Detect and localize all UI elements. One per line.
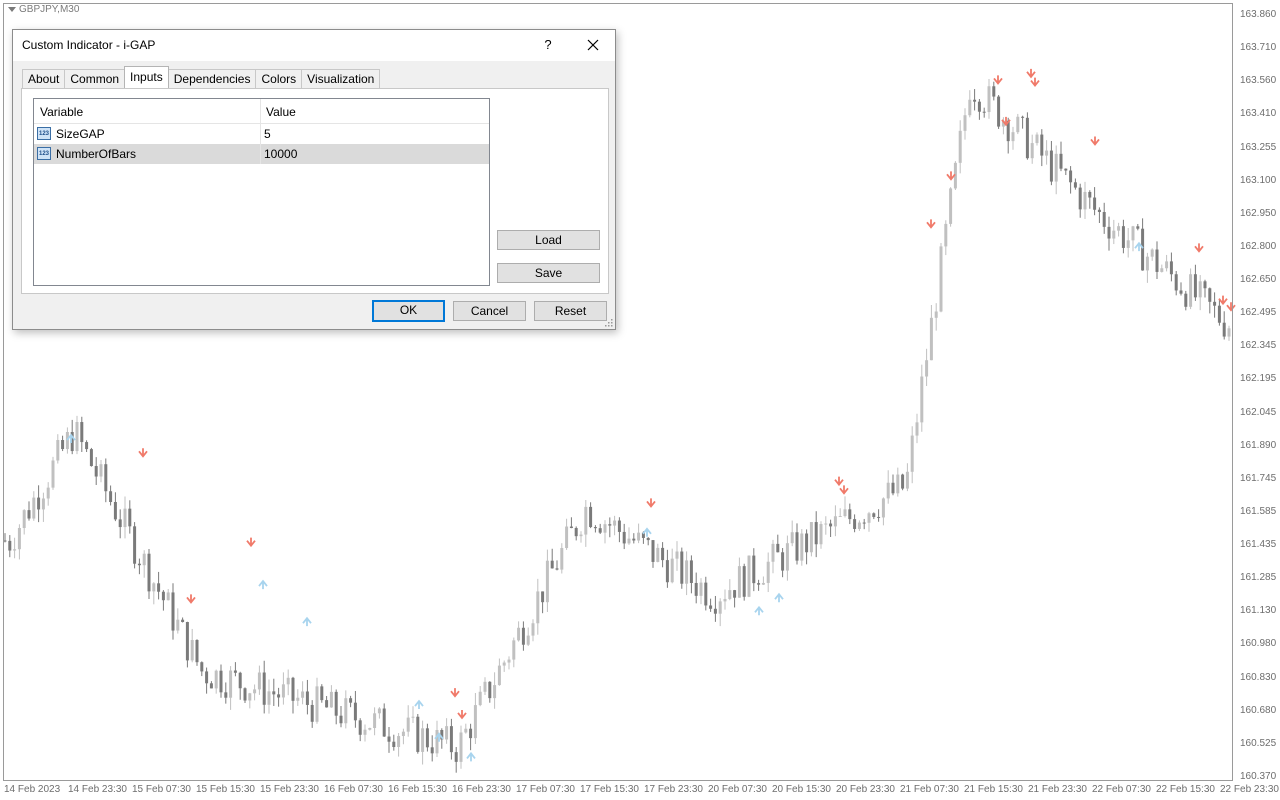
price-tick-label: 162.195 bbox=[1240, 373, 1277, 385]
price-tick-label: 160.370 bbox=[1240, 771, 1277, 782]
price-tick-label: 162.045 bbox=[1240, 406, 1277, 418]
tab-dependencies[interactable]: Dependencies bbox=[167, 69, 257, 88]
time-tick-label: 14 Feb 2023 bbox=[4, 784, 61, 795]
time-tick-label: 16 Feb 15:30 bbox=[388, 784, 447, 795]
save-button[interactable]: Save bbox=[497, 263, 600, 283]
variable-value[interactable]: 10000 bbox=[264, 147, 297, 161]
time-tick-label: 20 Feb 07:30 bbox=[708, 784, 767, 795]
inputs-panel: Variable Value 123 SizeGAP 5 123 NumberO… bbox=[21, 88, 609, 294]
tab-visualization[interactable]: Visualization bbox=[301, 69, 381, 88]
time-tick-label: 16 Feb 07:30 bbox=[324, 784, 383, 795]
close-icon bbox=[587, 39, 599, 51]
help-button[interactable]: ? bbox=[537, 34, 559, 56]
time-tick-label: 22 Feb 07:30 bbox=[1092, 784, 1151, 795]
tab-strip: About Common Inputs Dependencies Colors … bbox=[22, 66, 381, 89]
price-tick-label: 161.285 bbox=[1240, 572, 1277, 584]
resize-grip-icon[interactable] bbox=[604, 318, 613, 327]
price-tick-label: 163.710 bbox=[1240, 42, 1277, 54]
column-header-variable[interactable]: Variable bbox=[40, 105, 83, 119]
column-separator bbox=[260, 144, 261, 164]
column-separator[interactable] bbox=[260, 99, 261, 123]
price-tick-label: 161.890 bbox=[1240, 439, 1277, 451]
price-tick-label: 163.255 bbox=[1240, 141, 1277, 153]
close-button[interactable] bbox=[582, 34, 604, 56]
price-tick-label: 162.345 bbox=[1240, 340, 1277, 352]
price-tick-label: 161.130 bbox=[1240, 605, 1277, 617]
integer-type-icon: 123 bbox=[37, 127, 51, 140]
time-tick-label: 17 Feb 15:30 bbox=[580, 784, 639, 795]
price-tick-label: 161.585 bbox=[1240, 505, 1277, 517]
table-header: Variable Value bbox=[34, 99, 489, 124]
price-tick-label: 162.950 bbox=[1240, 207, 1277, 219]
time-tick-label: 21 Feb 23:30 bbox=[1028, 784, 1087, 795]
time-tick-label: 17 Feb 07:30 bbox=[516, 784, 575, 795]
time-tick-label: 14 Feb 23:30 bbox=[68, 784, 127, 795]
table-row[interactable]: 123 NumberOfBars 10000 bbox=[34, 144, 489, 164]
price-tick-label: 163.100 bbox=[1240, 174, 1277, 186]
tab-colors[interactable]: Colors bbox=[255, 69, 303, 88]
price-tick-label: 163.410 bbox=[1240, 108, 1277, 120]
inputs-table[interactable]: Variable Value 123 SizeGAP 5 123 NumberO… bbox=[33, 98, 490, 286]
column-separator bbox=[260, 124, 261, 144]
time-tick-label: 21 Feb 07:30 bbox=[900, 784, 959, 795]
ok-button[interactable]: OK bbox=[372, 300, 445, 322]
price-tick-label: 162.495 bbox=[1240, 307, 1277, 319]
time-tick-label: 20 Feb 15:30 bbox=[772, 784, 831, 795]
price-tick-label: 161.745 bbox=[1240, 472, 1277, 484]
variable-name: NumberOfBars bbox=[56, 147, 137, 161]
table-row[interactable]: 123 SizeGAP 5 bbox=[34, 124, 489, 144]
price-tick-label: 162.800 bbox=[1240, 240, 1277, 252]
dialog-titlebar[interactable]: Custom Indicator - i-GAP ? bbox=[13, 30, 615, 61]
time-tick-label: 16 Feb 23:30 bbox=[452, 784, 511, 795]
tab-common[interactable]: Common bbox=[64, 69, 126, 88]
integer-type-icon: 123 bbox=[37, 147, 51, 160]
time-tick-label: 20 Feb 23:30 bbox=[836, 784, 895, 795]
time-tick-label: 15 Feb 07:30 bbox=[132, 784, 191, 795]
time-tick-label: 15 Feb 15:30 bbox=[196, 784, 255, 795]
price-tick-label: 160.525 bbox=[1240, 737, 1277, 749]
dropdown-triangle-icon bbox=[8, 7, 16, 12]
variable-name: SizeGAP bbox=[56, 127, 105, 141]
price-tick-label: 161.435 bbox=[1240, 539, 1277, 551]
tab-inputs[interactable]: Inputs bbox=[124, 66, 169, 88]
tab-about[interactable]: About bbox=[22, 69, 66, 88]
price-tick-label: 163.560 bbox=[1240, 75, 1277, 87]
time-tick-label: 22 Feb 23:30 bbox=[1220, 784, 1279, 795]
price-tick-label: 160.680 bbox=[1240, 704, 1277, 716]
price-tick-label: 163.860 bbox=[1240, 9, 1277, 20]
price-tick-label: 160.830 bbox=[1240, 671, 1277, 683]
custom-indicator-dialog: Custom Indicator - i-GAP ? About Common … bbox=[12, 29, 616, 330]
symbol-text: GBPJPY,M30 bbox=[19, 4, 80, 15]
time-tick-label: 15 Feb 23:30 bbox=[260, 784, 319, 795]
time-tick-label: 17 Feb 23:30 bbox=[644, 784, 703, 795]
load-button[interactable]: Load bbox=[497, 230, 600, 250]
dialog-title: Custom Indicator - i-GAP bbox=[22, 38, 156, 52]
chart-symbol-label[interactable]: GBPJPY,M30 bbox=[8, 4, 79, 15]
reset-button[interactable]: Reset bbox=[534, 301, 607, 321]
column-header-value[interactable]: Value bbox=[266, 105, 296, 119]
cancel-button[interactable]: Cancel bbox=[453, 301, 526, 321]
variable-value[interactable]: 5 bbox=[264, 127, 271, 141]
time-tick-label: 21 Feb 15:30 bbox=[964, 784, 1023, 795]
price-tick-label: 160.980 bbox=[1240, 638, 1277, 650]
price-tick-label: 162.650 bbox=[1240, 274, 1277, 286]
time-tick-label: 22 Feb 15:30 bbox=[1156, 784, 1215, 795]
